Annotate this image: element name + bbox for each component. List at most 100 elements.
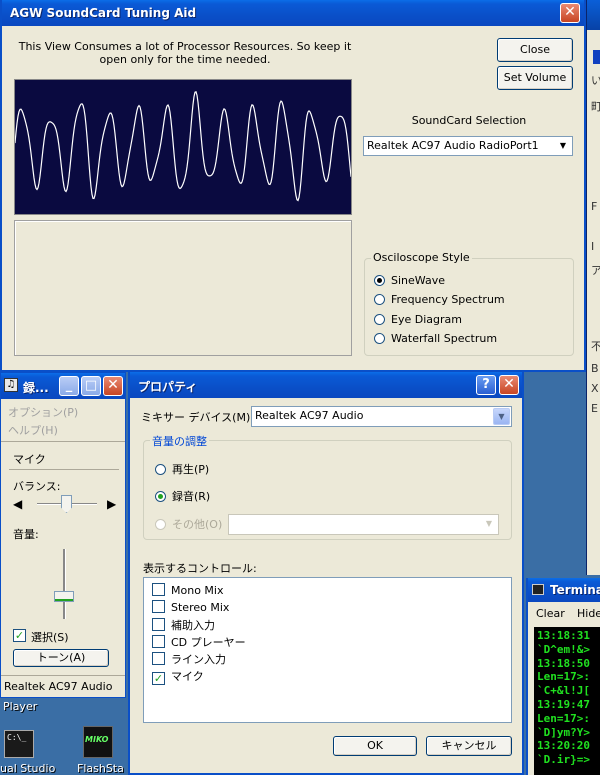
recording-radio[interactable]: 録音(R) (155, 488, 210, 504)
terminal-line: Len=17>: (537, 711, 590, 725)
select-checkbox[interactable]: ✓ (13, 629, 26, 642)
recording-close-icon[interactable]: ✕ (103, 376, 123, 396)
terminal-line: `D]ym?Y> (537, 725, 590, 739)
background-window-text: I (591, 240, 595, 253)
volume-adjust-legend: 音量の調整 (150, 433, 209, 449)
chevron-down-icon[interactable]: ▼ (555, 138, 571, 154)
mixer-device-value: Realtek AC97 Audio (255, 409, 364, 422)
chevron-down-icon[interactable]: ▼ (481, 516, 497, 533)
flashsta-icon[interactable]: MIKO (83, 726, 113, 758)
oscilloscope-style-legend: Osciloscope Style (371, 251, 472, 264)
agw-window: AGW SoundCard Tuning Aid ✕ This View Con… (0, 0, 586, 372)
style-radio-sinewave[interactable]: SineWave (374, 274, 445, 287)
terminal-title: Termina (550, 583, 600, 597)
ok-button[interactable]: OK (333, 736, 417, 756)
radio-dot-icon[interactable] (155, 464, 166, 475)
checkbox[interactable] (152, 652, 165, 665)
checkbox[interactable] (152, 635, 165, 648)
menu-help[interactable]: ヘルプ(H) (8, 422, 58, 438)
controls-label: 表示するコントロール: (143, 562, 257, 575)
recording-title: 録... (23, 381, 49, 395)
balance-slider-thumb[interactable] (61, 495, 72, 513)
recording-status: Realtek AC97 Audio (1, 675, 125, 697)
set-volume-button[interactable]: Set Volume (497, 66, 573, 90)
radio-dot-icon[interactable] (374, 275, 385, 286)
terminal-line: `D.ir}=> (537, 753, 590, 767)
speaker-left-icon: ◀ (13, 497, 23, 511)
speaker-app-icon: ♫ (4, 378, 18, 392)
style-radio-label: Eye Diagram (391, 313, 462, 326)
radio-dot-icon[interactable] (155, 491, 166, 502)
terminal-app-icon (532, 584, 544, 595)
recording-titlebar[interactable]: ♫ 録... _ □ ✕ (1, 373, 125, 399)
terminal-clear-button[interactable]: Clear (536, 607, 565, 620)
control-item-mono-mix[interactable]: Mono Mix (152, 583, 223, 597)
control-item-label: 補助入力 (171, 619, 215, 632)
background-window-titlebar (587, 0, 600, 30)
soundcard-select[interactable]: Realtek AC97 Audio RadioPort1 ▼ (363, 136, 573, 156)
playback-radio[interactable]: 再生(P) (155, 461, 209, 477)
style-radio-label: Frequency Spectrum (391, 293, 505, 306)
playback-radio-label: 再生(P) (172, 463, 210, 476)
control-item-aux[interactable]: 補助入力 (152, 617, 215, 633)
soundcard-heading: SoundCard Selection (411, 114, 527, 127)
control-item-label: マイク (171, 670, 204, 683)
visual-studio-icon[interactable]: C:\_ (4, 730, 34, 758)
radio-dot-icon[interactable] (374, 294, 385, 305)
background-window-text: ア (591, 262, 600, 278)
tone-button[interactable]: トーン(A) (13, 649, 109, 667)
flashsta-label[interactable]: FlashSta (77, 762, 124, 775)
radio-dot-icon[interactable] (374, 314, 385, 325)
agw-title: AGW SoundCard Tuning Aid (10, 6, 197, 20)
chevron-down-icon[interactable]: ▼ (493, 408, 510, 425)
cancel-button[interactable]: キャンセル (426, 736, 512, 756)
volume-slider-thumb[interactable] (54, 591, 74, 602)
properties-title: プロパティ (138, 380, 198, 394)
other-radio[interactable]: その他(O) (155, 516, 222, 532)
control-item-label: Stereo Mix (171, 601, 230, 614)
visual-studio-label[interactable]: ual Studio (0, 762, 55, 775)
radio-dot-icon[interactable] (155, 519, 166, 530)
spectrum-panel (14, 220, 352, 356)
help-icon[interactable]: ? (476, 375, 496, 395)
control-item-stereo-mix[interactable]: Stereo Mix (152, 600, 229, 614)
maximize-icon[interactable]: □ (81, 376, 101, 396)
background-window: い 町 F I ア 不 B X E (586, 0, 600, 575)
style-radio-label: Waterfall Spectrum (391, 332, 498, 345)
menu-options[interactable]: オプション(P) (8, 404, 78, 420)
control-item-label: ライン入力 (171, 653, 226, 666)
control-item-mic[interactable]: ✓ マイク (152, 668, 204, 685)
volume-adjust-group: 音量の調整 再生(P) 録音(R) その他(O) ▼ (143, 433, 512, 540)
agw-close-icon[interactable]: ✕ (560, 3, 580, 23)
style-radio-waterfall-spectrum[interactable]: Waterfall Spectrum (374, 332, 497, 345)
terminal-window: Termina Clear Hide 13:18:31 `D^em!&> 13:18… (526, 578, 600, 775)
control-item-line-in[interactable]: ライン入力 (152, 651, 226, 667)
terminal-output: 13:18:31 `D^em!&> 13:18:50 Len=17>: `C+&l!J[… (534, 627, 600, 775)
style-radio-eye-diagram[interactable]: Eye Diagram (374, 313, 462, 326)
terminal-titlebar[interactable]: Termina (528, 578, 600, 602)
close-button[interactable]: Close (497, 38, 573, 62)
properties-close-icon[interactable]: ✕ (499, 375, 519, 395)
mixer-device-select[interactable]: Realtek AC97 Audio ▼ (251, 406, 512, 427)
control-item-label: Mono Mix (171, 584, 224, 597)
checkbox[interactable] (152, 618, 165, 631)
background-window-text: 不 (591, 338, 600, 354)
checkbox[interactable] (152, 600, 165, 613)
balance-label: バランス: (13, 480, 61, 493)
background-window-text: X (591, 382, 599, 395)
minimize-icon[interactable]: _ (59, 376, 79, 396)
control-item-cd-player[interactable]: CD プレーヤー (152, 634, 246, 650)
other-device-select[interactable]: ▼ (228, 514, 499, 535)
terminal-hide-button[interactable]: Hide (577, 607, 600, 620)
checkbox[interactable]: ✓ (152, 672, 165, 685)
terminal-line: `D^em!&> (537, 642, 590, 656)
properties-titlebar[interactable]: プロパティ ? ✕ (130, 372, 522, 398)
checkbox[interactable] (152, 583, 165, 596)
background-window-selection (593, 50, 600, 64)
oscilloscope-wave-canvas (15, 90, 351, 202)
menu-divider (1, 441, 125, 442)
agw-titlebar[interactable]: AGW SoundCard Tuning Aid ✕ (2, 0, 584, 26)
radio-dot-icon[interactable] (374, 333, 385, 344)
style-radio-frequency-spectrum[interactable]: Frequency Spectrum (374, 293, 505, 306)
terminal-line: 13:19:47 (537, 697, 590, 711)
